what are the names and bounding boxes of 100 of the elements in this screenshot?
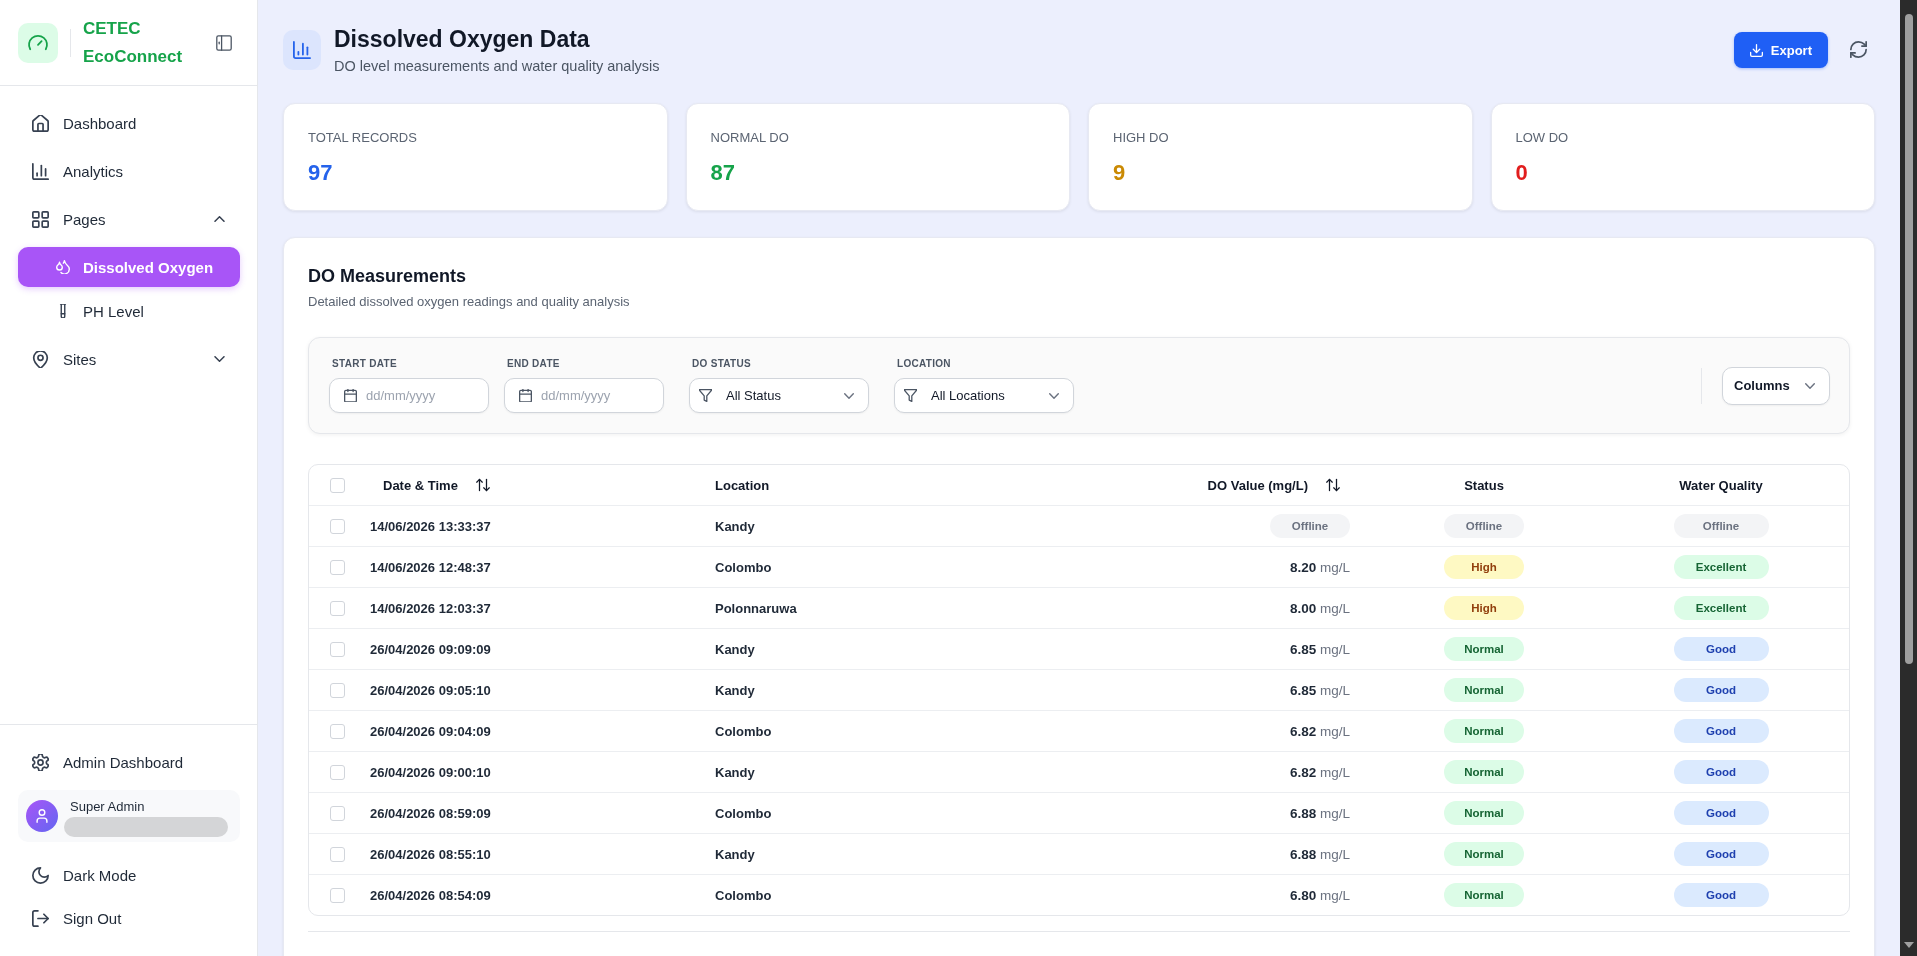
- nav-item[interactable]: Analytics: [18, 151, 240, 191]
- row-checkbox[interactable]: [329, 846, 345, 862]
- table-cell: 14/06/2026 12:48:37: [370, 560, 491, 575]
- table-cell: 26/04/2026 09:00:10: [370, 765, 491, 780]
- droplets-icon: [56, 260, 70, 274]
- scrollbar[interactable]: [1900, 0, 1917, 956]
- download-icon: [1749, 43, 1763, 57]
- status-badge: Normal: [1444, 678, 1524, 702]
- table-cell: 26/04/2026 08:54:09: [370, 888, 491, 903]
- table-cell: Kandy: [715, 519, 755, 534]
- row-checkbox[interactable]: [329, 764, 345, 780]
- quality-badge: Good: [1673, 719, 1769, 743]
- nav-item[interactable]: Pages: [18, 199, 240, 239]
- table-cell: Polonnaruwa: [715, 601, 797, 616]
- table-cell: Colombo: [715, 724, 772, 739]
- chevron-down-icon: [1049, 392, 1059, 399]
- brand-name: CETEC EcoConnect: [83, 17, 184, 68]
- column-header[interactable]: DO Value (mg/L): [1199, 470, 1348, 500]
- sign-out-button[interactable]: Sign Out: [18, 898, 240, 938]
- table-cell: 6.80 mg/L: [1289, 887, 1350, 903]
- row-checkbox[interactable]: [329, 805, 345, 821]
- quality-badge: Offline: [1673, 514, 1769, 538]
- table-cell: Colombo: [715, 560, 772, 575]
- stat-label: NORMAL DO: [710, 130, 790, 146]
- scrollbar-thumb[interactable]: [1904, 14, 1913, 664]
- quality-badge: Good: [1673, 801, 1769, 825]
- table-cell: 26/04/2026 09:05:10: [370, 683, 491, 698]
- table-cell: 8.00 mg/L: [1289, 600, 1350, 616]
- status-badge: High: [1444, 596, 1524, 620]
- select-all-checkbox[interactable]: [329, 477, 345, 493]
- map-pin-icon: [32, 350, 49, 368]
- column-header[interactable]: Date & Time: [375, 470, 498, 500]
- quality-badge: Good: [1673, 637, 1769, 661]
- table-cell: 14/06/2026 13:33:37: [370, 519, 491, 534]
- row-checkbox[interactable]: [329, 682, 345, 698]
- sidebar-toggle-icon[interactable]: [216, 34, 232, 51]
- nav-subitem[interactable]: PH Level: [18, 291, 240, 331]
- status-badge: Normal: [1444, 637, 1524, 661]
- table-cell: 6.82 mg/L: [1289, 723, 1350, 739]
- row-checkbox[interactable]: [329, 641, 345, 657]
- date-field[interactable]: dd/mm/yyyy: [504, 378, 664, 413]
- export-button[interactable]: Export: [1733, 32, 1828, 68]
- nav-item[interactable]: Sites: [18, 339, 240, 379]
- filter-dropdown[interactable]: All Status: [689, 378, 869, 413]
- table-cell: 6.88 mg/L: [1289, 805, 1350, 821]
- settings-icon: [32, 753, 49, 771]
- filter-label: DO STATUS: [691, 358, 752, 370]
- calendar-icon: [344, 389, 357, 402]
- filter-icon: [904, 389, 917, 402]
- logout-icon: [32, 909, 49, 927]
- filter-dropdown[interactable]: All Locations: [894, 378, 1074, 413]
- row-checkbox[interactable]: [329, 518, 345, 534]
- quality-badge: Good: [1673, 678, 1769, 702]
- row-checkbox[interactable]: [329, 887, 345, 903]
- refresh-icon[interactable]: [1850, 41, 1867, 58]
- do-value-badge: Offline: [1270, 514, 1350, 538]
- stat-value: 9: [1113, 159, 1127, 187]
- status-badge: Normal: [1444, 719, 1524, 743]
- nav-item[interactable]: Dashboard: [18, 103, 240, 143]
- filter-label: LOCATION: [896, 358, 952, 370]
- chevron-down-icon: [1805, 382, 1815, 389]
- quality-badge: Good: [1673, 842, 1769, 866]
- stat-value: 87: [710, 159, 736, 187]
- quality-badge: Good: [1673, 760, 1769, 784]
- nav-subitem[interactable]: Dissolved Oxygen: [18, 247, 240, 287]
- quality-badge: Excellent: [1673, 596, 1769, 620]
- row-checkbox[interactable]: [329, 600, 345, 616]
- row-checkbox[interactable]: [329, 723, 345, 739]
- columns-button[interactable]: Columns: [1722, 366, 1830, 405]
- quality-badge: Excellent: [1673, 555, 1769, 579]
- column-header: Water Quality: [1679, 477, 1763, 493]
- table-cell: 6.85 mg/L: [1289, 641, 1350, 657]
- home-icon: [32, 114, 49, 132]
- row-checkbox[interactable]: [329, 559, 345, 575]
- gauge-logo-icon: [18, 22, 58, 63]
- table-cell: 26/04/2026 09:09:09: [370, 642, 491, 657]
- table-cell: 26/04/2026 09:04:09: [370, 724, 491, 739]
- stat-value: 97: [308, 159, 334, 187]
- stat-label: HIGH DO: [1113, 130, 1170, 146]
- filter-icon: [699, 389, 712, 402]
- table-cell: Kandy: [715, 683, 755, 698]
- page-subtitle: DO level measurements and water quality analysis: [334, 57, 660, 76]
- user-name: Super Admin: [70, 799, 146, 815]
- calendar-icon: [519, 389, 532, 402]
- stat-label: TOTAL RECORDS: [308, 130, 418, 146]
- date-field[interactable]: dd/mm/yyyy: [329, 378, 489, 413]
- dark-mode-toggle[interactable]: Dark Mode: [18, 855, 240, 895]
- status-badge: Normal: [1444, 760, 1524, 784]
- card-subtitle: Detailed dissolved oxygen readings and quality analysis: [308, 293, 631, 311]
- admin-dashboard-link[interactable]: Admin Dashboard: [18, 742, 240, 782]
- card-title: DO Measurements: [308, 265, 468, 287]
- table-cell: Colombo: [715, 806, 772, 821]
- status-badge: Normal: [1444, 842, 1524, 866]
- status-badge: High: [1444, 555, 1524, 579]
- filter-label: END DATE: [506, 358, 561, 370]
- scroll-down-arrow-icon[interactable]: [1903, 942, 1914, 948]
- table-cell: 26/04/2026 08:55:10: [370, 847, 491, 862]
- status-badge: Normal: [1444, 801, 1524, 825]
- stat-value: 0: [1515, 159, 1529, 187]
- page-title: Dissolved Oxygen Data: [334, 25, 591, 53]
